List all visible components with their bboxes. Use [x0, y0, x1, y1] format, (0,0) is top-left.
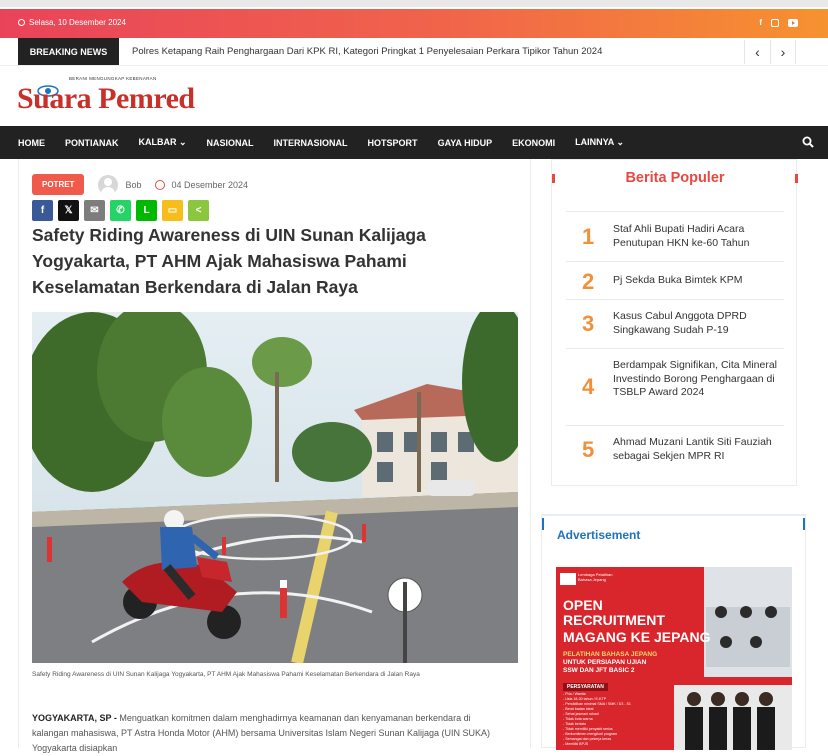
- ad-marker-right: [803, 518, 805, 530]
- nav-lainnya[interactable]: LAINNYA ⌄: [575, 137, 624, 148]
- chevron-right-icon: ›: [780, 44, 786, 60]
- instagram-icon[interactable]: [771, 19, 779, 27]
- nav-kalbar[interactable]: KALBAR ⌄: [139, 137, 187, 148]
- popular-rank: 2: [582, 269, 595, 294]
- breaking-news-headline[interactable]: Polres Ketapang Raih Penghargaan Dari KP…: [132, 46, 602, 57]
- youtube-icon[interactable]: [788, 19, 798, 27]
- ad-headline-3: MAGANG KE JEPANG: [563, 629, 711, 645]
- breaking-news-bar: BREAKING NEWS Polres Ketapang Raih Pengh…: [0, 38, 828, 66]
- article-lead: YOGYAKARTA, SP - Menguatkan komitmen dal…: [32, 711, 502, 756]
- breaking-next-button[interactable]: ›: [770, 40, 796, 64]
- popular-item[interactable]: 2 Pj Sekda Buka Bimtek KPM: [566, 261, 784, 299]
- popular-item-title[interactable]: Staf Ahli Bupati Hadiri Acara Penutupan …: [613, 223, 783, 250]
- avatar: [98, 174, 119, 195]
- popular-item-title[interactable]: Pj Sekda Buka Bimtek KPM: [613, 274, 783, 288]
- ad-requirements-list: - Pria / Wanita - Usia 18-30 tahun / E-K…: [563, 692, 663, 747]
- author-name[interactable]: Bob: [125, 180, 141, 190]
- popular-news-title: Berita Populer: [552, 160, 798, 196]
- nav-gaya-hidup[interactable]: GAYA HIDUP: [438, 138, 493, 148]
- photo-caption: Safety Riding Awareness di UIN Sunan Kal…: [32, 671, 420, 678]
- publish-date: 04 Desember 2024: [171, 179, 249, 190]
- clock-icon: [155, 179, 166, 190]
- line-share-button[interactable]: L: [136, 200, 157, 221]
- whatsapp-icon: ✆: [116, 205, 125, 216]
- popular-item[interactable]: 5 Ahmad Muzani Lantik Siti Fauziah sebag…: [566, 425, 784, 475]
- popular-item[interactable]: 4 Berdampak Signifikan, Cita Mineral Inv…: [566, 348, 784, 425]
- share-icon: <: [195, 205, 202, 216]
- title-marker-left: [552, 174, 555, 183]
- ad-requirements-title: PERSYARATAN: [563, 683, 608, 691]
- popular-rank: 3: [582, 311, 595, 336]
- ad-org: Lembaga Pelatihan Bahasa Jepang: [578, 572, 613, 582]
- advertisement-widget: Advertisement Lembaga Pelatihan Bahasa J…: [541, 514, 806, 750]
- nav-ekonomi[interactable]: EKONOMI: [512, 138, 555, 148]
- ad-subtitle-1: PELATIHAN BAHASA JEPANG: [563, 651, 658, 658]
- popular-rank: 4: [582, 374, 595, 399]
- chevron-left-icon: ‹: [755, 44, 760, 60]
- lead-dateline: YOGYAKARTA, SP -: [32, 713, 120, 723]
- ad-marker-left: [542, 518, 544, 530]
- ad-requirement: - Memiliki BPJS: [563, 742, 589, 746]
- article-title: Safety Riding Awareness di UIN Sunan Kal…: [32, 225, 426, 297]
- logo-name: Suara Pemred: [17, 82, 195, 115]
- advertisement-title: Advertisement: [557, 528, 641, 542]
- date-display: Selasa, 10 Desember 2024: [18, 18, 126, 27]
- whatsapp-share-button[interactable]: ✆: [110, 200, 131, 221]
- sms-share-button[interactable]: ▭: [162, 200, 183, 221]
- ad-subtitle-2: UNTUK PERSIAPAN UJIAN: [563, 659, 647, 666]
- popular-rank: 1: [582, 224, 595, 249]
- facebook-icon[interactable]: f: [759, 18, 762, 27]
- social-links: f: [759, 18, 798, 27]
- facebook-share-button[interactable]: f: [32, 200, 53, 221]
- article-photo-illustration: [32, 312, 518, 663]
- facebook-icon: f: [40, 205, 45, 216]
- main-nav: HOME PONTIANAK KALBAR ⌄ NASIONAL INTERNA…: [0, 126, 828, 159]
- more-share-button[interactable]: <: [188, 200, 209, 221]
- share-buttons: f 𝕏 ✉ ✆ L ▭ <: [32, 200, 209, 221]
- current-date: Selasa, 10 Desember 2024: [29, 18, 126, 27]
- popular-title-text: Berita Populer: [625, 170, 725, 186]
- article-meta: POTRET Bob 04 Desember 2024: [32, 174, 248, 195]
- popular-item[interactable]: 1 Staf Ahli Bupati Hadiri Acara Penutupa…: [566, 211, 784, 261]
- line-icon: L: [143, 205, 150, 216]
- popular-news-widget: Berita Populer 1 Staf Ahli Bupati Hadiri…: [551, 159, 798, 486]
- advertisement-banner[interactable]: Lembaga Pelatihan Bahasa Jepang OPEN REC…: [556, 567, 792, 750]
- email-icon: ✉: [90, 205, 99, 216]
- nav-nasional[interactable]: NASIONAL: [207, 138, 254, 148]
- x-share-button[interactable]: 𝕏: [58, 200, 79, 221]
- nav-home[interactable]: HOME: [18, 138, 45, 148]
- x-icon: 𝕏: [64, 205, 73, 216]
- ad-subtitle-3: SSW DAN JFT BASIC 2: [563, 667, 635, 674]
- top-bar: Selasa, 10 Desember 2024 f: [0, 9, 828, 38]
- popular-rank: 5: [582, 437, 595, 462]
- nav-pontianak[interactable]: PONTIANAK: [65, 138, 119, 148]
- ad-headline-1: OPEN: [563, 597, 603, 613]
- nav-internasional[interactable]: INTERNASIONAL: [274, 138, 348, 148]
- search-icon[interactable]: [802, 136, 814, 148]
- title-marker-right: [795, 174, 798, 183]
- popular-item-title[interactable]: Kasus Cabul Anggota DPRD Singkawang Suda…: [613, 310, 783, 337]
- email-share-button[interactable]: ✉: [84, 200, 105, 221]
- logo-tagline: BERANI MENGUNGKAP KEBENARAN: [69, 76, 157, 81]
- article: POTRET Bob 04 Desember 2024 f 𝕏 ✉ ✆ L ▭ …: [18, 159, 531, 753]
- breaking-prev-button[interactable]: ‹: [744, 40, 770, 64]
- article-photo: [32, 312, 518, 663]
- clock-icon: [18, 19, 25, 26]
- popular-item-title[interactable]: Berdampak Signifikan, Cita Mineral Inves…: [613, 359, 783, 400]
- breaking-news-label: BREAKING NEWS: [18, 38, 119, 65]
- popular-item-title[interactable]: Ahmad Muzani Lantik Siti Fauziah sebagai…: [613, 436, 783, 463]
- top-strip: [0, 0, 828, 7]
- popular-item[interactable]: 3 Kasus Cabul Anggota DPRD Singkawang Su…: [566, 299, 784, 348]
- category-badge[interactable]: POTRET: [32, 174, 85, 195]
- nav-hotsport[interactable]: HOTSPORT: [368, 138, 418, 148]
- ad-headline-2: RECRUITMENT: [563, 612, 665, 628]
- sms-icon: ▭: [167, 205, 178, 216]
